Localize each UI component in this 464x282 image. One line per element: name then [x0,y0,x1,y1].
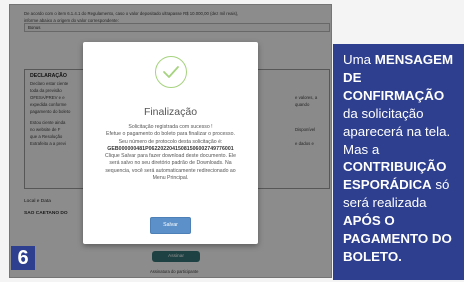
step-number-badge: 6 [11,246,35,270]
message-line: Seu número de protocolo desta solicitaçã… [118,138,223,145]
message-line: Clique Salvar para fazer download deste … [105,153,236,160]
modal-title: Finalização [143,106,198,118]
message-line: Solicitação registrada com sucesso ! [128,124,213,130]
caption-panel: Uma MENSAGEM DE CONFIRMAÇÃO da solicitaç… [333,44,464,280]
modal-message: Solicitação registrada com sucesso ! Efe… [91,124,250,182]
message-line: Efetue o pagamento do boleto para finali… [106,131,235,138]
message-line: sequencia, você será automaticamente red… [105,167,236,174]
caption-bold-part: CONTRIBUIÇÃO ESPORÁDICA [343,159,447,193]
protocol-number: GEB000000481P062202204150815060027497760… [107,145,234,152]
success-check-icon [155,56,187,88]
save-button[interactable]: Salvar [150,217,191,234]
tutorial-frame: De acordo com o item 6.1.4.1 do Regulame… [0,0,464,282]
caption-text-part: Uma [343,52,372,67]
message-line: Menu Principal. [152,175,189,182]
caption-text-part: da solicitação aparecerá na tela. Mas a [343,105,451,157]
caption-bold-part: APÓS O PAGAMENTO DO BOLETO. [343,213,452,264]
message-line: será salvo no seu diretório padrão de Do… [109,160,232,167]
confirmation-modal: Finalização Solicitação registrada com s… [83,42,258,244]
caption-text: Uma MENSAGEM DE CONFIRMAÇÃO da solicitaç… [343,51,461,266]
